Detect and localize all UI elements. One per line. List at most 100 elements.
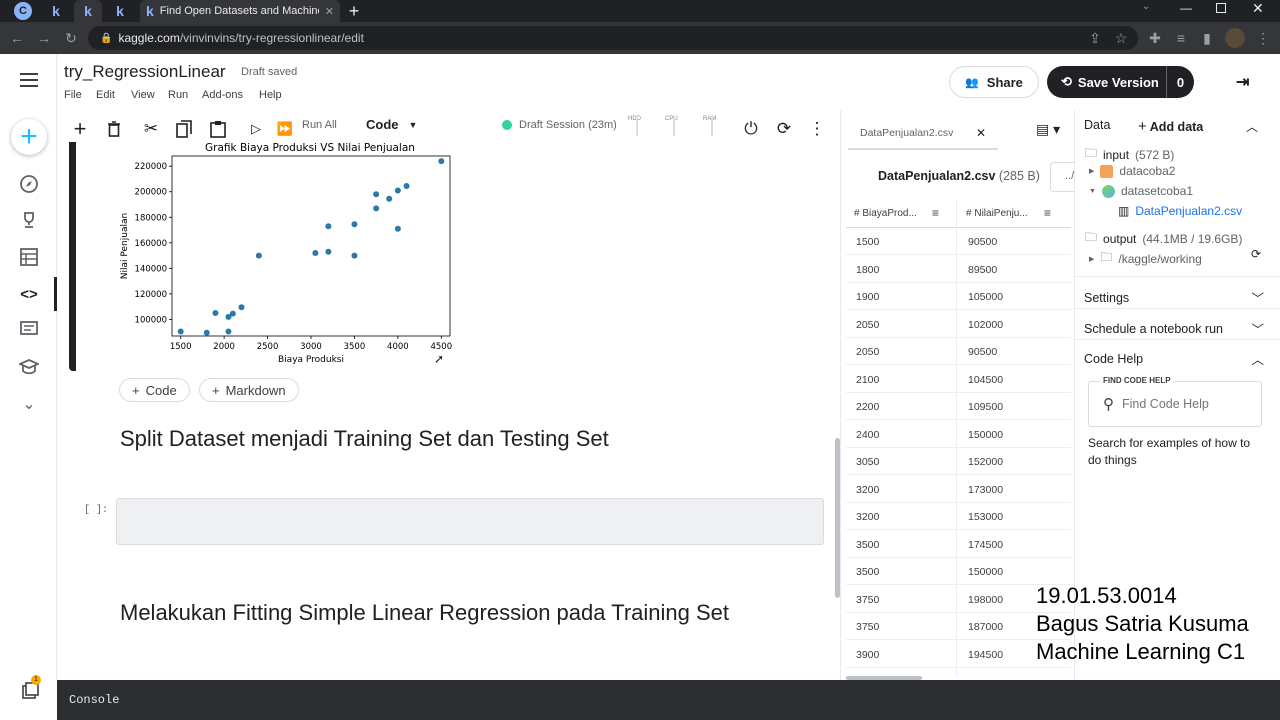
new-tab-icon[interactable]: +: [344, 0, 364, 22]
cell-biaya: 3500: [856, 538, 880, 551]
scatter-point: [203, 329, 210, 336]
menu-run[interactable]: Run: [168, 89, 188, 101]
trophy-icon[interactable]: [17, 208, 41, 232]
cell-nilai: 198000: [968, 593, 1004, 606]
path-button[interactable]: ../: [1050, 162, 1075, 192]
sort-icon[interactable]: ≡: [1044, 206, 1051, 220]
scatter-point: [177, 328, 184, 335]
tab-kaggle-3[interactable]: k: [106, 0, 134, 22]
close-window-icon[interactable]: ✕: [1252, 0, 1264, 17]
caret-down-icon: ▼: [408, 120, 418, 130]
notebook-title[interactable]: try_RegressionLinear: [64, 62, 226, 82]
scatter-point: [238, 304, 245, 311]
share-page-icon[interactable]: ⇪: [1086, 29, 1104, 47]
chrome-menu-icon[interactable]: ⋮: [1254, 29, 1272, 47]
address-bar[interactable]: 🔒 kaggle.com/vinvinvins/try-regressionli…: [88, 26, 1138, 50]
profile-avatar[interactable]: [1225, 28, 1245, 48]
y-tick-label: 100000: [135, 315, 167, 325]
cell-biaya: 2200: [856, 401, 880, 413]
comments-icon[interactable]: [17, 318, 41, 342]
tab-search-icon[interactable]: ⌄: [1142, 1, 1150, 12]
minimize-icon[interactable]: —: [1180, 1, 1192, 15]
hamburger-menu-icon[interactable]: [17, 68, 41, 92]
menu-addons[interactable]: Add-ons: [202, 89, 243, 101]
divider: [1076, 276, 1280, 277]
browser-menu-icon[interactable]: C: [14, 2, 32, 20]
refresh-icon[interactable]: ⟳: [1251, 247, 1261, 261]
collapse-panel-icon[interactable]: ⇥: [1236, 72, 1249, 92]
restart-icon[interactable]: ⟳: [773, 118, 795, 140]
people-icon: 👥: [965, 76, 979, 89]
menu-view[interactable]: View: [131, 89, 155, 101]
close-tab-icon[interactable]: ✕: [976, 126, 986, 140]
sort-icon[interactable]: ≡: [932, 206, 939, 220]
collapse-data-icon[interactable]: ︿: [1246, 118, 1258, 135]
code-icon[interactable]: <>: [17, 282, 41, 306]
code-help-section[interactable]: Code Help ︿: [1084, 349, 1264, 368]
data-viewer-tab[interactable]: DataPenjualan2.csv ✕: [848, 118, 998, 150]
paste-icon[interactable]: [207, 118, 229, 140]
find-code-help-input[interactable]: [1122, 397, 1242, 411]
forward-icon[interactable]: →: [35, 29, 53, 47]
cell-type-select[interactable]: Code ▼: [366, 117, 417, 132]
session-status-dot: [502, 120, 512, 130]
schedule-section[interactable]: Schedule a notebook run ﹀: [1084, 319, 1264, 338]
tab-active[interactable]: k Find Open Datasets and Machine ✕: [140, 0, 340, 22]
menu-edit[interactable]: Edit: [96, 89, 115, 101]
console-bar[interactable]: Console: [57, 680, 1280, 720]
column-header-biaya[interactable]: # BiayaProd...: [854, 208, 917, 219]
table-row: 3200 173000: [846, 476, 1071, 503]
back-icon[interactable]: ←: [8, 29, 26, 47]
media-icon[interactable]: ≡: [1172, 29, 1190, 47]
power-icon[interactable]: ⏻: [740, 118, 762, 140]
bookmark-star-icon[interactable]: ☆: [1112, 29, 1130, 47]
school-icon[interactable]: [17, 355, 41, 379]
settings-section[interactable]: Settings ﹀: [1084, 288, 1264, 307]
find-code-help-field[interactable]: ⚲: [1088, 381, 1262, 427]
tree-file-datapenjualan[interactable]: ▥ DataPenjualan2.csv: [1118, 204, 1242, 218]
run-all-label[interactable]: Run All: [302, 119, 337, 131]
share-button[interactable]: 👥 Share: [949, 66, 1039, 98]
add-code-cell-button[interactable]: + Code: [119, 378, 190, 402]
table-row: 2200 109500: [846, 393, 1071, 420]
cell-biaya: 2050: [856, 346, 880, 358]
save-version-button[interactable]: ⟲ Save Version 0: [1047, 66, 1194, 98]
notifications-icon[interactable]: 1: [19, 675, 41, 701]
reload-icon[interactable]: ↻: [62, 29, 80, 47]
menu-file[interactable]: File: [64, 89, 82, 101]
run-all-icon[interactable]: ⏩: [274, 118, 296, 140]
cell-nilai: 150000: [968, 428, 1004, 441]
tree-input[interactable]: 🗀 input (572 B): [1085, 144, 1174, 165]
cut-icon[interactable]: ✂: [140, 118, 162, 140]
view-toggle-icon[interactable]: ▤ ▾: [1036, 121, 1060, 138]
table-icon[interactable]: [17, 245, 41, 269]
restore-icon[interactable]: [1216, 3, 1226, 13]
expand-more-icon[interactable]: ⌄: [17, 392, 41, 416]
copy-icon[interactable]: [173, 118, 195, 140]
add-markdown-cell-button[interactable]: + Markdown: [199, 378, 299, 402]
tree-dataset-datacoba2[interactable]: ▶ datacoba2: [1089, 164, 1175, 178]
tree-working[interactable]: ▶ 🗀 /kaggle/working: [1089, 248, 1202, 269]
ram-meter: RAM: [703, 116, 717, 122]
scatter-point: [351, 252, 358, 259]
run-cell-icon[interactable]: ▷: [245, 118, 267, 140]
cell-nilai: 187000: [968, 621, 1004, 633]
menu-help[interactable]: Help: [259, 89, 282, 101]
tab-kaggle-1[interactable]: k: [42, 0, 70, 22]
extensions-icon[interactable]: ✚: [1146, 29, 1164, 47]
more-options-icon[interactable]: ⋮: [806, 118, 828, 140]
compass-icon[interactable]: [17, 172, 41, 196]
session-status[interactable]: Draft Session (23m): [519, 119, 617, 131]
sidepanel-icon[interactable]: ▮: [1198, 29, 1216, 47]
empty-code-cell[interactable]: [116, 498, 824, 545]
tree-output[interactable]: 🗀 output (44.1MB / 19.6GB): [1085, 228, 1242, 249]
create-button[interactable]: +: [11, 119, 47, 155]
tree-dataset-datasetcoba1[interactable]: ▼ datasetcoba1: [1089, 184, 1193, 198]
add-cell-icon[interactable]: +: [69, 116, 91, 141]
column-header-nilai[interactable]: # NilaiPenju...: [966, 208, 1028, 219]
cell-nilai: 89500: [968, 263, 998, 276]
close-tab-icon[interactable]: ✕: [325, 5, 334, 18]
delete-icon[interactable]: [103, 118, 125, 140]
tab-kaggle-2[interactable]: k: [74, 0, 102, 22]
add-data-button[interactable]: + Add data: [1138, 118, 1203, 135]
